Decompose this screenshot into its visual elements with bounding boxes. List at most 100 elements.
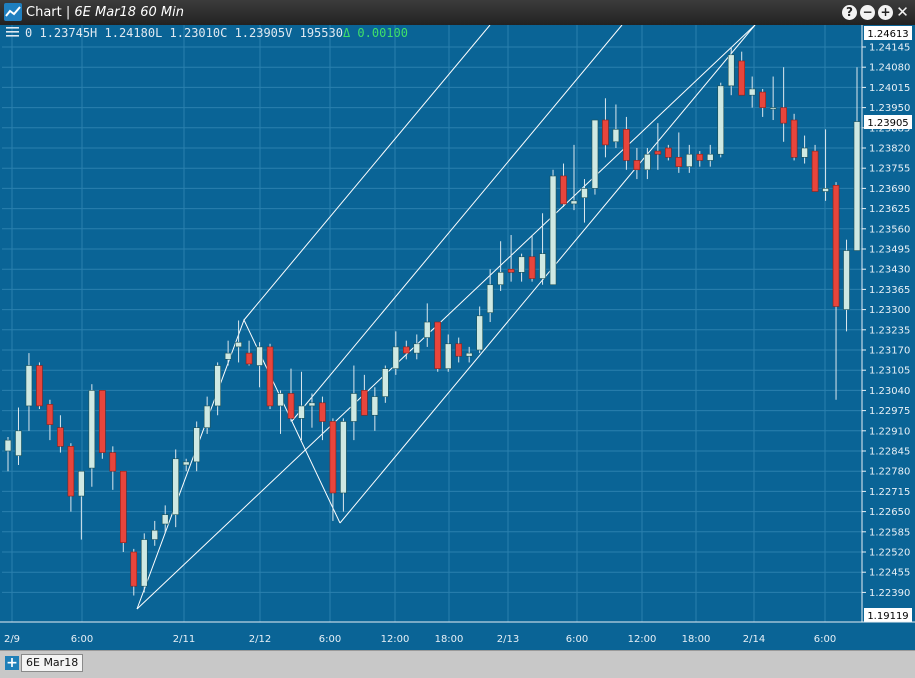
candle-body [570,200,578,205]
candle [843,239,850,332]
y-tick-label: 1.23040 [869,386,910,397]
candle [518,253,525,282]
candle [36,362,43,410]
candle [623,116,630,170]
symbol-tab[interactable]: 6E Mar18 [21,654,84,672]
candle-body [277,393,284,407]
candle-body [15,430,22,456]
candle-body [361,390,368,416]
candle-body [214,365,221,407]
candle [413,334,421,360]
candle-body [748,88,756,96]
candle [287,368,295,422]
x-tick-label: 18:00 [682,634,711,645]
pitchfork-lower-line [136,25,756,610]
candle [130,548,138,596]
candle [78,470,85,540]
candle-body [99,390,106,453]
candle [392,331,400,375]
candle-body [476,315,483,351]
candle [434,321,442,372]
candle-body [790,119,798,158]
candle [57,415,64,453]
candle-body [497,272,504,286]
y-tick-label: 1.22910 [869,426,910,437]
chart-app-icon [4,3,22,21]
candle-body [340,421,347,494]
candle [224,340,232,366]
menu-icon[interactable] [6,26,19,38]
candle-body [423,321,431,338]
candle-body [382,368,389,397]
info-low: 1.24180L [104,26,163,40]
candle-body [738,60,746,96]
candle [319,396,326,441]
close-icon[interactable]: ✕ [895,5,910,20]
x-tick-label: 2/9 [4,634,20,645]
candle [67,443,75,512]
price-label-bottom: 1.19119 [864,608,912,622]
chart-grid [2,25,862,622]
candle [654,123,662,170]
y-tick-label: 1.23950 [869,103,910,114]
candle [245,340,253,366]
y-tick-label: 1.23105 [869,366,910,377]
y-tick-label: 1.24015 [869,83,910,94]
candle-body [172,458,180,516]
y-tick-label: 1.23690 [869,184,910,195]
y-tick-label: 1.23430 [869,265,910,276]
price-current-text: 1.23905 [867,118,908,129]
candle [25,353,33,431]
candle-body [685,153,693,167]
candles-layer [4,47,861,596]
y-tick-label: 1.22650 [869,507,910,518]
candle-body [581,188,588,199]
candle-body [507,268,515,273]
candle-body [235,341,242,348]
pitchfork-upper-line [243,25,491,321]
candle-body [413,343,421,354]
title-bar[interactable]: Chart | 6E Mar18 60 Min ? − + ✕ [0,0,915,25]
candle [822,129,829,201]
candle-body [245,352,253,365]
y-tick-label: 1.22845 [869,447,910,458]
candle-body [486,284,494,314]
candle [277,390,284,434]
candle [465,346,473,363]
x-tick-label: 2/11 [173,634,195,645]
price-chart[interactable]: 1.241451.240801.240151.239501.238851.238… [0,25,915,650]
minimize-icon[interactable]: − [860,5,875,20]
ohlc-info-bar: 0 1.23745H 1.24180L 1.23010C 1.23905V 19… [6,26,408,42]
pitchfork-lower-line-2 [339,25,756,524]
candle [811,144,819,192]
maximize-icon[interactable]: + [878,5,893,20]
candle-body [696,153,704,161]
y-tick-label: 1.23365 [869,285,910,296]
candle-body [822,188,829,192]
info-volume: 195530 [299,26,343,40]
candle [780,67,787,142]
candle [203,396,211,434]
candle [444,334,452,372]
y-tick-label: 1.22390 [869,588,910,599]
candle [298,371,305,441]
candle [15,407,22,465]
candle-body [444,343,452,369]
x-tick-label: 6:00 [566,634,588,645]
add-tab-button[interactable]: + [5,656,19,670]
y-tick-label: 1.22715 [869,487,910,498]
candle [612,104,620,148]
candle [151,520,159,546]
help-icon[interactable]: ? [842,5,857,20]
candle-body [203,405,211,428]
y-tick-label: 1.22780 [869,467,910,478]
x-tick-label: 2/13 [497,634,519,645]
candle-body [706,153,714,161]
info-change: Δ 0.00100 [342,26,408,40]
info-close: 1.23010C [169,26,228,40]
candle [476,306,483,354]
candle-body [654,150,662,155]
candle [4,437,12,472]
pitchfork-drawing[interactable] [136,25,756,610]
price-top-text: 1.24613 [867,29,908,40]
